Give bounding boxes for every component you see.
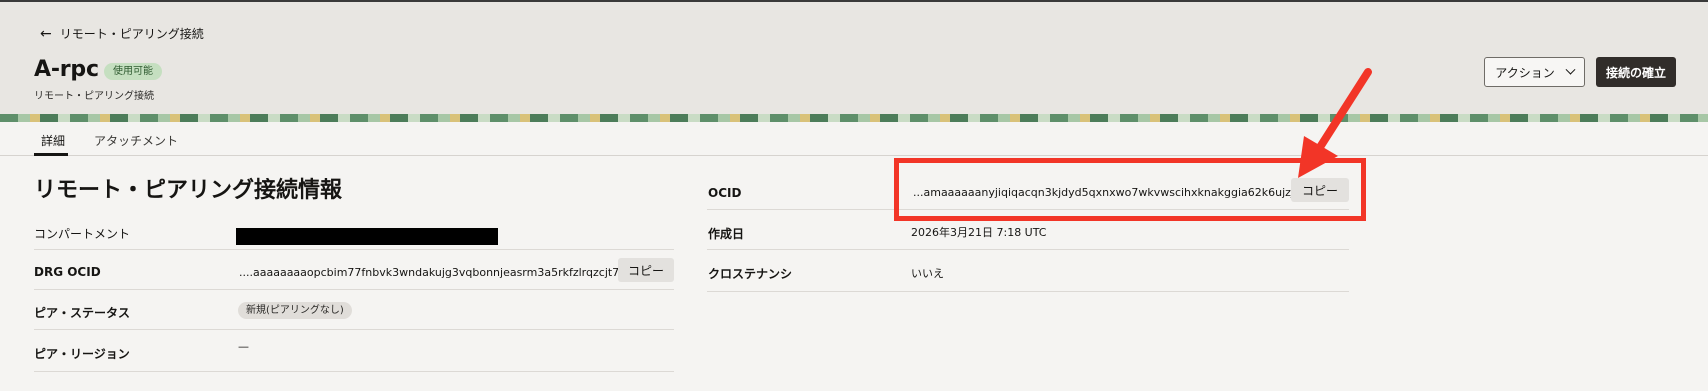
created-label: 作成日 [708, 227, 745, 241]
ocid-label: OCID [708, 186, 742, 200]
compartment-label: コンパートメント [34, 227, 131, 241]
page-subtitle: リモート・ピアリング接続 [34, 91, 154, 102]
status-badge: 使用可能 [104, 63, 162, 80]
actions-menu-label: アクション [1495, 65, 1555, 80]
header-decorative-pattern [0, 114, 1708, 122]
section-title: リモート・ピアリング接続情報 [34, 178, 343, 203]
peer-region-label: ピア・リージョン [34, 347, 130, 361]
actions-menu-button[interactable]: アクション [1484, 57, 1585, 87]
created-value: 2026年3月21日 7:18 UTC [911, 226, 1047, 239]
annotation-arrow-icon [1298, 68, 1372, 178]
chevron-down-icon [1565, 64, 1576, 75]
compartment-value-redacted [236, 228, 498, 245]
drg-ocid-value: ....aaaaaaaaopcbim77fnbvk3wndakujg3vqbon… [239, 266, 633, 279]
cross-tenancy-label: クロステナンシ [708, 267, 793, 281]
drg-ocid-copy-button[interactable]: コピー [618, 258, 674, 282]
page-header: ← リモート・ピアリング接続 A-rpc 使用可能 リモート・ピアリング接続 ア… [0, 2, 1708, 116]
back-link-label: リモート・ピアリング接続 [59, 27, 204, 41]
peer-status-badge: 新規(ピアリングなし) [238, 302, 352, 319]
arrow-left-icon: ← [40, 25, 52, 42]
tab-bar: 詳細 アタッチメント [0, 122, 1708, 156]
back-link[interactable]: ← リモート・ピアリング接続 [40, 25, 204, 42]
field-row-peer-region [34, 330, 674, 372]
tab-details[interactable]: 詳細 [41, 132, 65, 149]
field-row-cross-tenancy [707, 250, 1349, 292]
peer-status-label: ピア・ステータス [34, 306, 131, 320]
cross-tenancy-value: いいえ [911, 267, 944, 280]
active-tab-indicator [34, 153, 68, 156]
drg-ocid-label: DRG OCID [34, 265, 101, 279]
establish-connection-button[interactable]: 接続の確立 [1596, 57, 1676, 87]
tab-attachments[interactable]: アタッチメント [94, 132, 178, 149]
page-title: A-rpc [34, 57, 99, 82]
peer-region-value: — [238, 340, 249, 353]
